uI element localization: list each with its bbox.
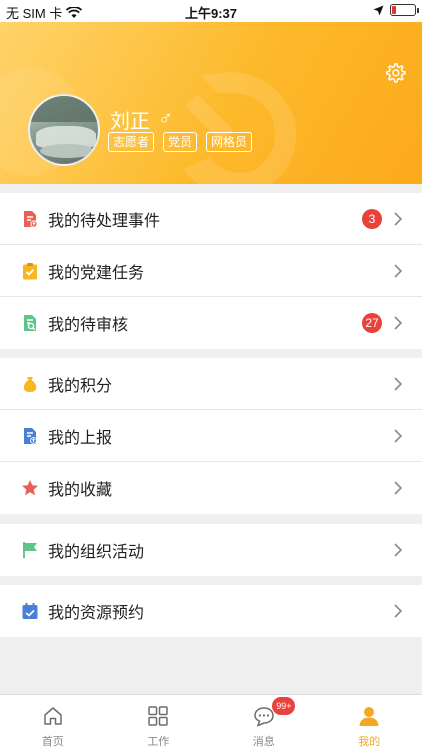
menu-item-label: 我的上报 bbox=[48, 429, 113, 447]
menu-item-label: 我的资源预约 bbox=[48, 605, 145, 622]
menu-item-resource-booking[interactable]: 我的资源预约 bbox=[0, 585, 422, 637]
money-bag-icon bbox=[23, 376, 37, 392]
menu-group-personal: 我的积分 我的上报 我的收藏 bbox=[0, 358, 422, 514]
menu-item-pending-events[interactable]: 我的待处理事件 3 bbox=[0, 193, 422, 245]
message-count-badge: 99+ bbox=[272, 697, 296, 715]
status-time: 上午9:37 bbox=[184, 6, 238, 21]
menu-item-label: 我的党建任务 bbox=[48, 264, 145, 282]
chevron-right-icon bbox=[394, 428, 403, 443]
profile-header: 刘正 ♂ 志愿者 党员 网格员 bbox=[0, 22, 422, 184]
role-tag: 志愿者 bbox=[108, 132, 155, 152]
flag-icon bbox=[23, 542, 37, 558]
chevron-right-icon bbox=[394, 543, 403, 557]
settings-gear-icon[interactable] bbox=[384, 62, 406, 84]
menu-item-favorites[interactable]: 我的收藏 bbox=[0, 462, 422, 514]
chevron-right-icon bbox=[394, 481, 403, 495]
tab-label: 我的 bbox=[358, 736, 381, 748]
tab-label: 消息 bbox=[252, 736, 275, 748]
status-bar: 无 SIM 卡 上午9:37 bbox=[0, 0, 422, 22]
document-upload-icon bbox=[24, 210, 38, 228]
home-icon bbox=[44, 707, 62, 725]
menu-item-label: 我的积分 bbox=[48, 377, 113, 395]
menu-item-pending-review[interactable]: 我的待审核 27 bbox=[0, 297, 422, 349]
count-badge: 3 bbox=[362, 208, 382, 229]
chevron-right-icon bbox=[394, 376, 403, 391]
chevron-right-icon bbox=[394, 316, 403, 330]
menu-item-org-activities[interactable]: 我的组织活动 bbox=[0, 524, 422, 576]
role-tags: 志愿者 党员 网格员 bbox=[108, 132, 253, 152]
male-gender-icon: ♂ bbox=[158, 108, 173, 130]
person-icon bbox=[359, 707, 379, 726]
menu-item-label: 我的组织活动 bbox=[48, 544, 145, 561]
party-emblem-watermark-icon bbox=[184, 72, 297, 184]
document-search-icon bbox=[24, 315, 36, 331]
user-name-row: 刘正 ♂ bbox=[110, 105, 173, 134]
menu-group-organization: 我的组织活动 bbox=[0, 524, 422, 576]
battery-icon bbox=[390, 4, 419, 16]
tab-work[interactable]: 工作 bbox=[106, 695, 212, 750]
menu-item-label: 我的收藏 bbox=[48, 482, 113, 499]
tab-label: 工作 bbox=[147, 736, 170, 748]
menu-item-points[interactable]: 我的积分 bbox=[0, 358, 422, 410]
menu-group-resources: 我的资源预约 bbox=[0, 585, 422, 637]
status-right bbox=[373, 4, 419, 16]
chevron-right-icon bbox=[394, 211, 403, 226]
bottom-tab-bar: 首页 工作 99+ 消息 我的 bbox=[0, 694, 422, 750]
avatar[interactable] bbox=[28, 94, 100, 166]
menu-item-my-reports[interactable]: 我的上报 bbox=[0, 410, 422, 462]
count-badge: 27 bbox=[362, 313, 382, 333]
chevron-right-icon bbox=[394, 263, 403, 278]
chevron-right-icon bbox=[394, 604, 403, 618]
menu-item-label: 我的待审核 bbox=[48, 317, 129, 334]
grid-icon bbox=[148, 706, 168, 726]
tab-mine[interactable]: 我的 bbox=[317, 695, 422, 750]
calendar-check-icon bbox=[22, 603, 38, 619]
user-name: 刘正 bbox=[110, 111, 150, 133]
role-tag: 党员 bbox=[163, 132, 198, 152]
menu-item-party-tasks[interactable]: 我的党建任务 bbox=[0, 245, 422, 297]
tab-messages[interactable]: 99+ 消息 bbox=[211, 695, 317, 750]
report-icon bbox=[24, 427, 37, 444]
tab-home[interactable]: 首页 bbox=[0, 695, 106, 750]
location-arrow-icon bbox=[373, 5, 384, 15]
tab-label: 首页 bbox=[41, 736, 64, 748]
clipboard-check-icon bbox=[23, 262, 37, 279]
menu-group-tasks: 我的待处理事件 3 我的党建任务 我的待审核 27 bbox=[0, 193, 422, 349]
star-icon bbox=[22, 480, 38, 496]
menu-item-label: 我的待处理事件 bbox=[48, 212, 161, 230]
role-tag: 网格员 bbox=[206, 132, 253, 152]
